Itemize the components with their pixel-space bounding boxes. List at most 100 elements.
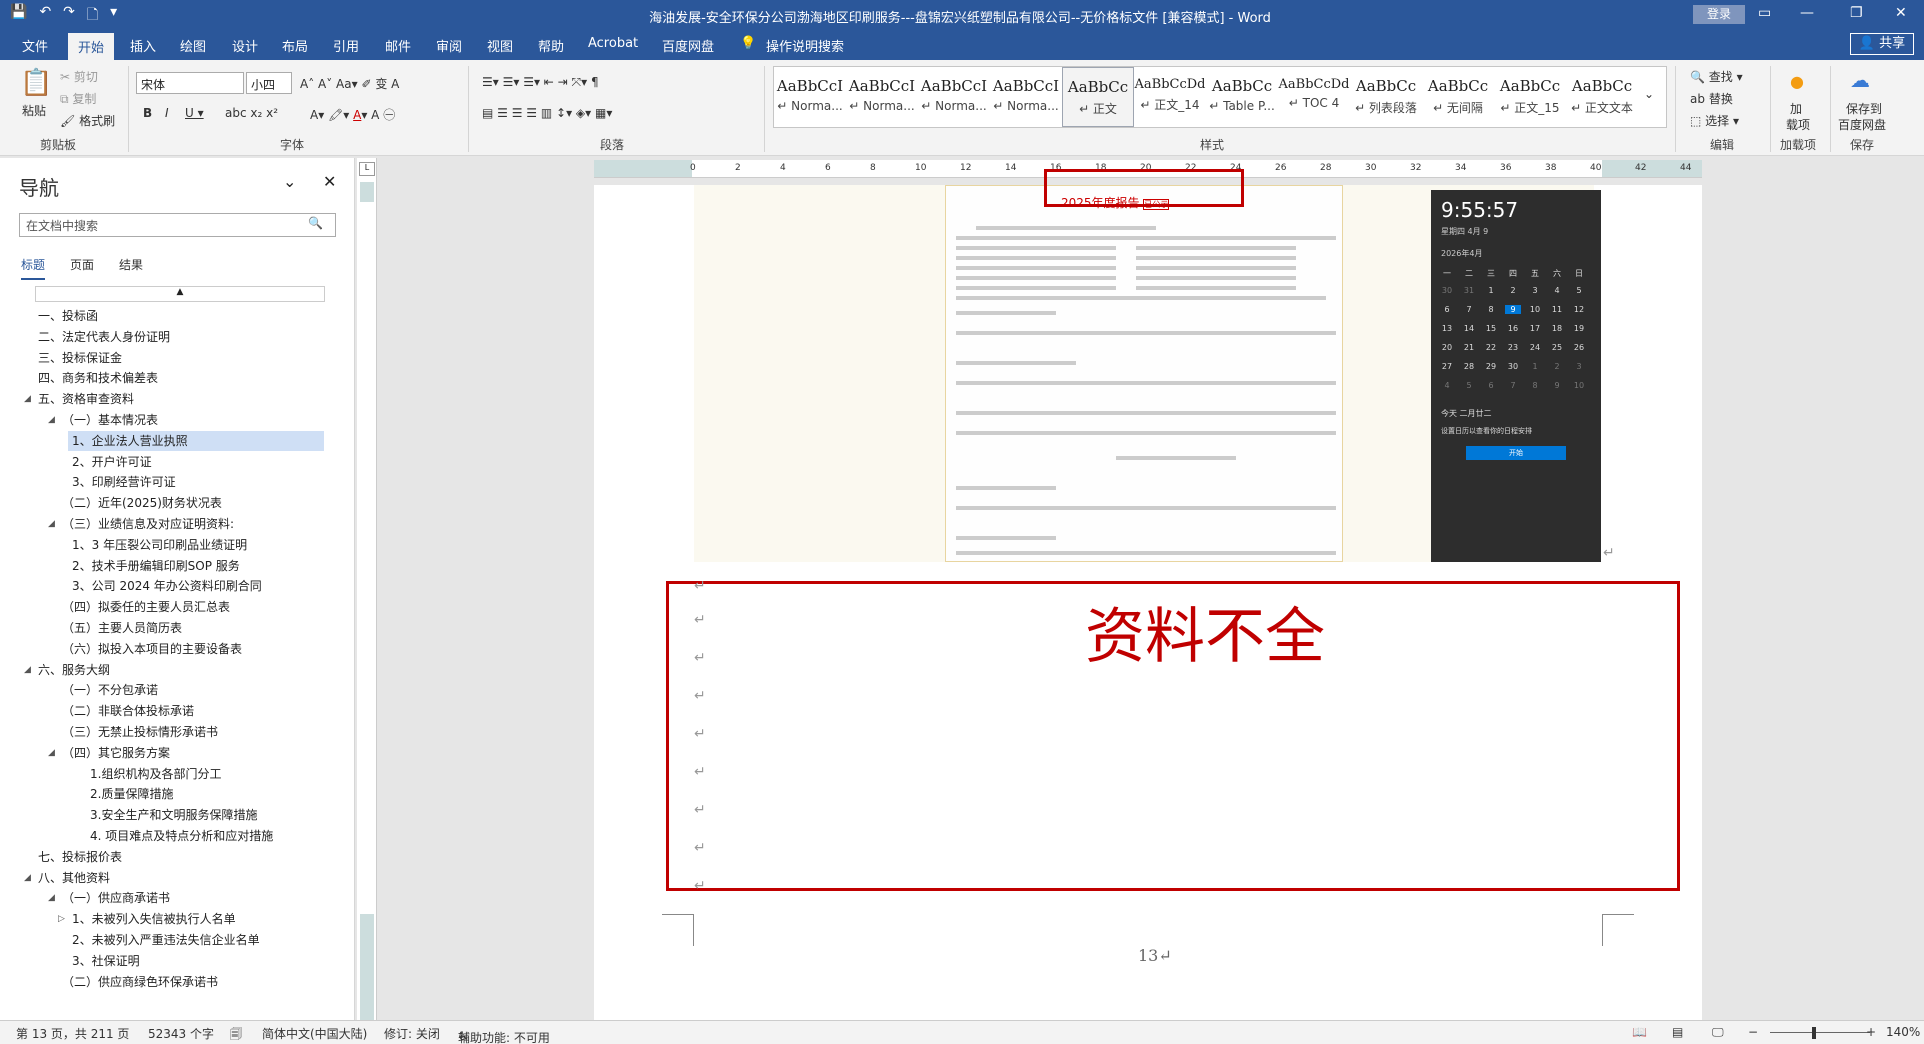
strike-sub-sup-buttons[interactable]: abc x₂ x² xyxy=(225,106,278,120)
proofing-icon[interactable]: 🗐 xyxy=(230,1025,242,1044)
nav-heading-item[interactable]: （四）拟委任的主要人员汇总表 xyxy=(58,597,230,617)
style-normal-1[interactable]: AaBbCcI ↵ Norma... xyxy=(774,67,846,127)
nav-heading-item[interactable]: 2.质量保障措施 xyxy=(86,784,173,804)
list-buttons[interactable]: ☰▾ ☰▾ ☰▾ ⇤ ⇥ ⤧▾ ¶ xyxy=(482,75,599,90)
nav-heading-item[interactable]: 2、未被列入严重违法失信企业名单 xyxy=(68,930,260,950)
expand-caret-icon[interactable]: ◢ xyxy=(24,394,31,404)
style-table-p[interactable]: AaBbCc ↵ Table P... xyxy=(1206,67,1278,127)
zoom-slider[interactable] xyxy=(1770,1032,1870,1033)
tab-mailings[interactable]: 邮件 xyxy=(385,36,411,55)
tab-design[interactable]: 设计 xyxy=(232,36,258,55)
expand-caret-icon[interactable]: ◢ xyxy=(24,873,31,883)
nav-heading-item[interactable]: （一）供应商承诺书 xyxy=(58,888,170,908)
read-mode-icon[interactable]: 📖 xyxy=(1632,1025,1647,1039)
tab-insert[interactable]: 插入 xyxy=(130,36,156,55)
nav-heading-item[interactable]: （二）供应商绿色环保承诺书 xyxy=(58,972,218,992)
new-document-icon[interactable]: 🗋 xyxy=(87,4,98,28)
nav-heading-item[interactable]: 4. 项目难点及特点分析和应对措施 xyxy=(86,826,273,846)
nav-heading-item[interactable]: 六、服务大纲 xyxy=(34,660,110,680)
nav-heading-item[interactable]: （六）拟投入本项目的主要设备表 xyxy=(58,639,242,659)
font-size-select[interactable]: 小四 xyxy=(246,72,292,94)
nav-heading-item[interactable]: 3、公司 2024 年办公资料印刷合同 xyxy=(68,576,262,596)
nav-heading-item[interactable]: （四）其它服务方案 xyxy=(58,743,170,763)
cut-button[interactable]: ✂ 剪切 xyxy=(60,68,98,85)
nav-heading-item[interactable]: 三、投标保证金 xyxy=(34,348,122,368)
align-buttons[interactable]: ▤ ☰ ☰ ☰ ▥ ↕▾ ◈▾ ▦▾ xyxy=(482,106,612,120)
ribbon-display-icon[interactable]: ▭ xyxy=(1758,5,1771,21)
nav-tab-results[interactable]: 结果 xyxy=(119,256,143,273)
style-body-14[interactable]: AaBbCcDd ↵ 正文_14 xyxy=(1134,67,1206,127)
save-icon[interactable]: 💾 xyxy=(10,4,27,28)
style-normal-4[interactable]: AaBbCcI ↵ Norma... xyxy=(990,67,1062,127)
underline-button[interactable]: U ▾ xyxy=(185,106,204,120)
nav-heading-item[interactable]: 1、企业法人营业执照 xyxy=(68,430,324,451)
style-toc4[interactable]: AaBbCcDd ↵ TOC 4 xyxy=(1278,67,1350,127)
font-name-select[interactable]: 宋体 xyxy=(136,72,244,94)
zoom-slider-thumb[interactable] xyxy=(1812,1027,1816,1039)
nav-heading-item[interactable]: （一）不分包承诺 xyxy=(58,680,158,700)
nav-search-input[interactable]: 在文档中搜索 xyxy=(19,213,336,237)
nav-scroll-up-icon[interactable]: ▲ xyxy=(35,286,325,302)
style-no-spacing[interactable]: AaBbCc ↵ 无间隔 xyxy=(1422,67,1494,127)
login-button[interactable]: 登录 xyxy=(1693,5,1745,24)
nav-close-icon[interactable]: ✕ xyxy=(323,172,336,191)
status-page[interactable]: 第 13 页，共 211 页 xyxy=(16,1025,129,1042)
save-baidu-button[interactable]: 保存到 xyxy=(1846,100,1882,117)
tab-selector[interactable]: L xyxy=(359,162,375,176)
tab-acrobat[interactable]: Acrobat xyxy=(588,36,638,51)
style-body-text[interactable]: AaBbCc ↵ 正文文本 xyxy=(1566,67,1638,127)
nav-heading-item[interactable]: 1、未被列入失信被执行人名单 xyxy=(68,909,236,929)
customize-qat-icon[interactable]: ▾ xyxy=(110,4,117,28)
styles-more-icon[interactable]: ⌄ xyxy=(1644,87,1654,101)
nav-heading-item[interactable]: （三）无禁止投标情形承诺书 xyxy=(58,722,218,742)
nav-heading-item[interactable]: 3、印刷经营许可证 xyxy=(68,472,176,492)
zoom-out-icon[interactable]: − xyxy=(1748,1025,1758,1039)
nav-heading-item[interactable]: 2、技术手册编辑印刷SOP 服务 xyxy=(68,556,240,576)
nav-heading-item[interactable]: 二、法定代表人身份证明 xyxy=(34,327,170,347)
nav-search-icon[interactable]: 🔍 xyxy=(308,216,323,230)
tab-baidu[interactable]: 百度网盘 xyxy=(662,36,714,55)
nav-heading-item[interactable]: 3.安全生产和文明服务保障措施 xyxy=(86,805,257,825)
nav-heading-item[interactable]: 2、开户许可证 xyxy=(68,452,152,472)
minimize-icon[interactable]: — xyxy=(1800,5,1814,21)
italic-button[interactable]: I xyxy=(165,106,169,120)
style-body-15[interactable]: AaBbCc ↵ 正文_15 xyxy=(1494,67,1566,127)
expand-caret-icon[interactable]: ◢ xyxy=(48,415,55,425)
find-button[interactable]: 🔍 查找 ▾ xyxy=(1690,68,1743,85)
status-language[interactable]: 简体中文(中国大陆) xyxy=(262,1025,367,1042)
close-window-icon[interactable]: ✕ xyxy=(1895,5,1907,21)
undo-icon[interactable]: ↶ xyxy=(39,4,51,28)
expand-caret-icon[interactable]: ◢ xyxy=(48,748,55,758)
save-baidu-button-line2[interactable]: 百度网盘 xyxy=(1838,116,1886,133)
copy-button[interactable]: ⧉ 复制 xyxy=(60,90,96,107)
nav-heading-item[interactable]: 五、资格审查资料 xyxy=(34,389,134,409)
font-size-buttons[interactable]: A˄ A˅ Aa▾ ✐ 变 A xyxy=(300,75,399,92)
tab-view[interactable]: 视图 xyxy=(487,36,513,55)
style-normal-3[interactable]: AaBbCcI ↵ Norma... xyxy=(918,67,990,127)
print-layout-icon[interactable]: ▤ xyxy=(1672,1025,1683,1039)
paste-icon[interactable]: 📋 xyxy=(20,68,52,98)
bold-button[interactable]: B xyxy=(143,106,152,120)
nav-tab-headings[interactable]: 标题 xyxy=(21,256,46,280)
nav-heading-item[interactable]: 四、商务和技术偏差表 xyxy=(34,368,158,388)
expand-caret-icon[interactable]: ◢ xyxy=(24,665,31,675)
nav-tab-pages[interactable]: 页面 xyxy=(70,256,94,273)
paste-button[interactable]: 粘贴 xyxy=(22,102,46,119)
expand-caret-icon[interactable]: ◢ xyxy=(48,519,55,529)
addins-icon[interactable]: ● xyxy=(1790,72,1804,91)
text-effects-button[interactable]: A▾ 🖍▾ A▾ A ㊀ xyxy=(310,106,395,123)
redo-icon[interactable]: ↷ xyxy=(63,4,75,28)
tab-help[interactable]: 帮助 xyxy=(538,36,564,55)
style-normal-2[interactable]: AaBbCcI ↵ Norma... xyxy=(846,67,918,127)
web-layout-icon[interactable]: 🖵 xyxy=(1712,1025,1724,1040)
format-painter-button[interactable]: 🖌 格式刷 xyxy=(60,112,115,129)
style-list-paragraph[interactable]: AaBbCc ↵ 列表段落 xyxy=(1350,67,1422,127)
nav-heading-item[interactable]: 八、其他资料 xyxy=(34,868,110,888)
tell-me-search[interactable]: 操作说明搜索 xyxy=(766,36,844,55)
nav-heading-item[interactable]: （三）业绩信息及对应证明资料: xyxy=(58,514,234,534)
nav-heading-item[interactable]: 1、3 年压裂公司印刷品业绩证明 xyxy=(68,535,247,555)
nav-heading-item[interactable]: （一）基本情况表 xyxy=(58,410,158,430)
replace-button[interactable]: ab 替换 xyxy=(1690,90,1733,107)
tab-file[interactable]: 文件 xyxy=(22,36,48,55)
nav-heading-item[interactable]: （五）主要人员简历表 xyxy=(58,618,182,638)
